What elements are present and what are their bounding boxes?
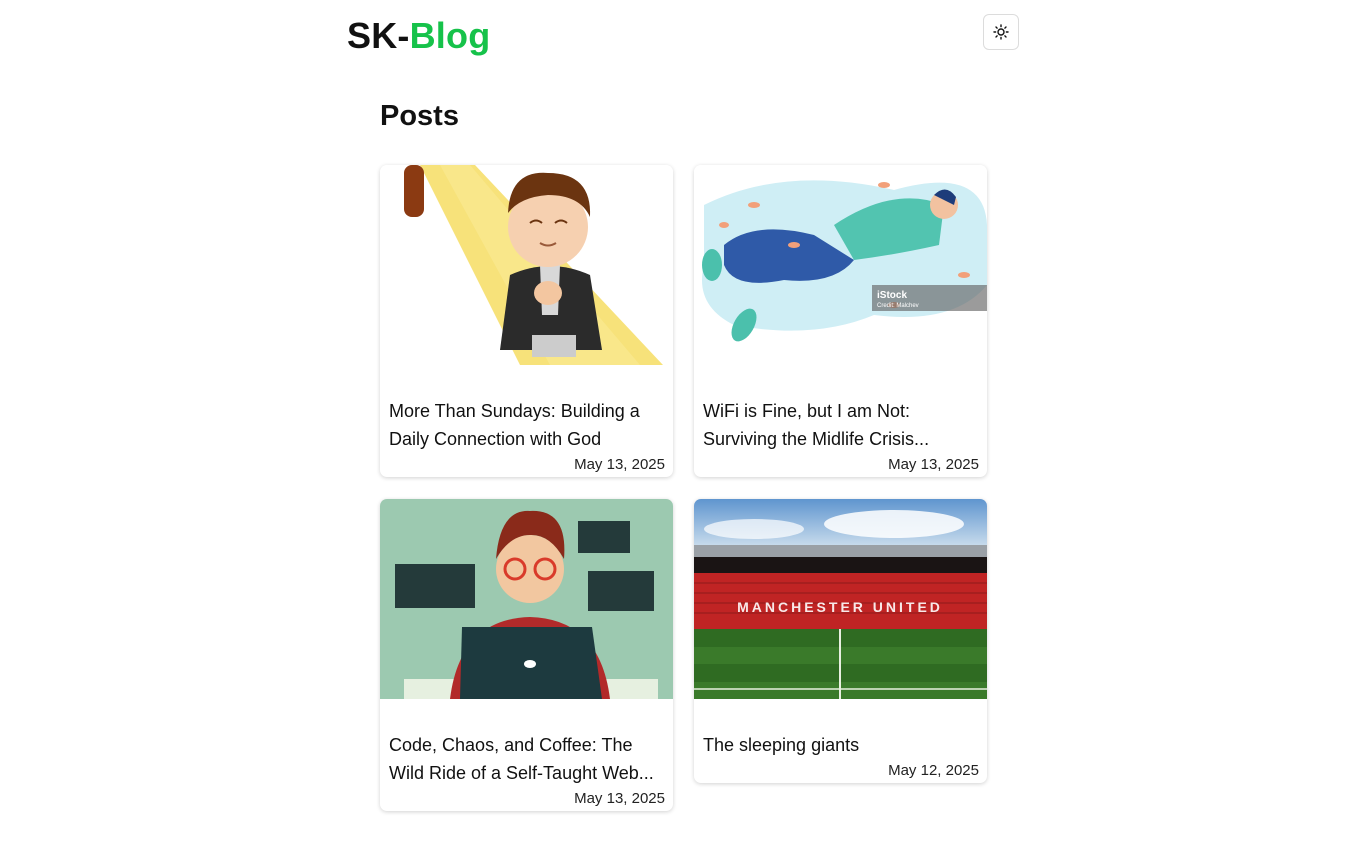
sun-icon [993,24,1009,40]
post-date: May 13, 2025 [888,456,979,473]
post-title[interactable]: More Than Sundays: Building a Daily Conn… [389,397,664,453]
svg-text:Credit: Malchev: Credit: Malchev [877,303,919,309]
post-date: May 12, 2025 [888,762,979,779]
post-card[interactable]: More Than Sundays: Building a Daily Conn… [380,165,673,477]
post-date: May 13, 2025 [574,790,665,807]
site-logo[interactable]: SK-Blog [347,14,490,58]
page-title: Posts [380,100,459,132]
post-date: May 13, 2025 [574,456,665,473]
post-thumbnail: MANCHESTER UNITED [694,499,987,699]
post-thumbnail [380,499,673,699]
post-thumbnail: iStock Credit: Malchev [694,165,987,365]
post-title[interactable]: The sleeping giants [703,731,978,759]
post-title[interactable]: Code, Chaos, and Coffee: The Wild Ride o… [389,731,664,787]
post-card[interactable]: Code, Chaos, and Coffee: The Wild Ride o… [380,499,673,811]
theme-toggle-button[interactable] [983,14,1019,50]
post-title[interactable]: WiFi is Fine, but I am Not: Surviving th… [703,397,978,453]
svg-text:MANCHESTER UNITED: MANCHESTER UNITED [737,599,943,615]
post-card[interactable]: MANCHESTER UNITED The sleeping giants Ma… [694,499,987,783]
post-thumbnail [380,165,673,365]
post-card[interactable]: iStock Credit: Malchev WiFi is Fine, but… [694,165,987,477]
svg-text:iStock: iStock [877,290,907,301]
site-header: SK-Blog [347,12,1019,62]
